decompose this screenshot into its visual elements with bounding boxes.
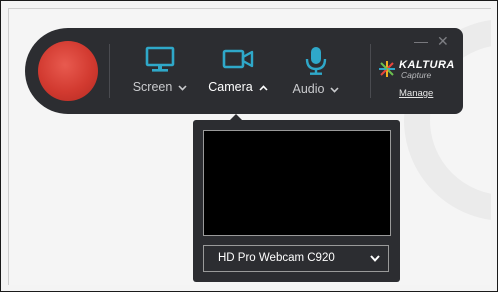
chevron-down-icon — [330, 87, 340, 93]
close-button[interactable]: ✕ — [437, 34, 449, 48]
manage-link[interactable]: Manage — [399, 88, 433, 99]
video-camera-icon — [222, 49, 254, 69]
toolbar-divider — [370, 44, 371, 98]
camera-device-select[interactable]: HD Pro Webcam C920 — [203, 245, 389, 272]
camera-preview — [203, 130, 391, 236]
screen-toggle[interactable]: Screen — [125, 46, 195, 102]
microphone-icon — [305, 47, 327, 75]
minimize-button[interactable]: — — [414, 34, 428, 48]
monitor-icon — [145, 46, 175, 72]
camera-dropdown-panel: HD Pro Webcam C920 — [193, 120, 400, 282]
capture-toolbar: Screen Camera Audio — ✕ KALTURA Capture … — [25, 28, 463, 114]
camera-toggle[interactable]: Camera — [203, 46, 273, 102]
brand-product: Capture — [401, 70, 432, 80]
chevron-down-icon — [370, 255, 380, 262]
chevron-down-icon — [178, 85, 187, 91]
camera-label: Camera — [208, 80, 253, 94]
kaltura-logo: KALTURA Capture — [377, 59, 457, 81]
chevron-up-icon — [259, 85, 268, 91]
audio-toggle[interactable]: Audio — [281, 46, 351, 102]
screen-label: Screen — [132, 80, 173, 94]
toolbar-divider — [109, 44, 110, 98]
audio-label: Audio — [292, 82, 325, 96]
kaltura-burst-icon — [379, 61, 395, 77]
screenshot-frame: Screen Camera Audio — ✕ KALTURA Capture … — [0, 0, 498, 292]
record-button[interactable] — [38, 41, 98, 101]
camera-device-value: HD Pro Webcam C920 — [218, 252, 335, 264]
